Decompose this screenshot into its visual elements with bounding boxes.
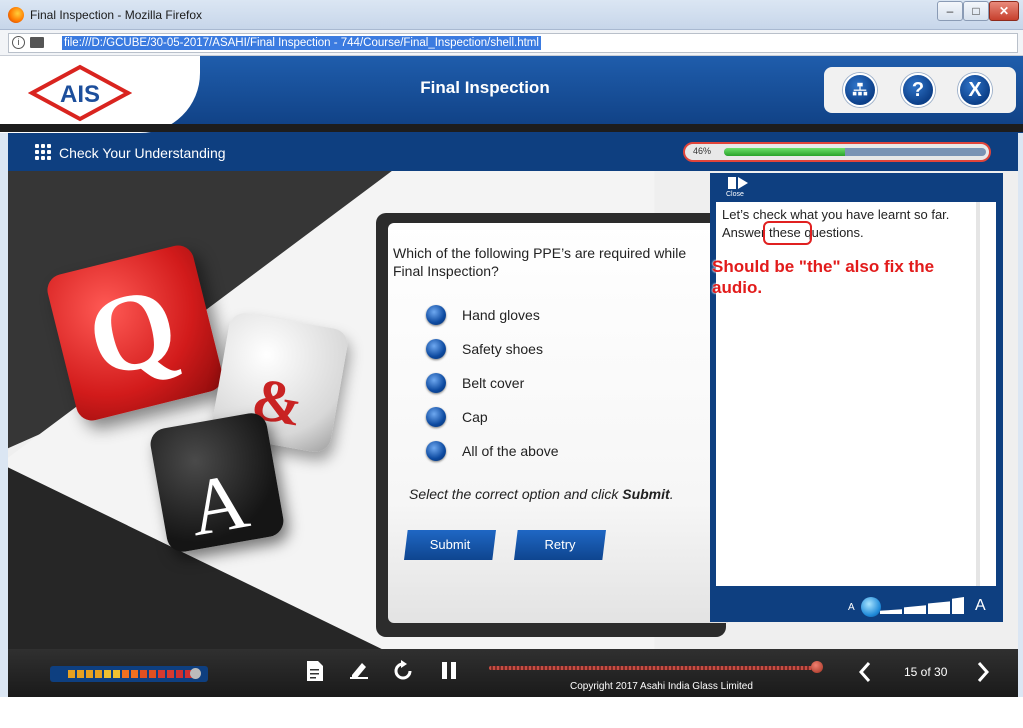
pause-icon [451, 662, 456, 679]
volume-bar[interactable] [68, 670, 75, 678]
dice-letter: A [182, 456, 255, 554]
font-size-large-label: A [975, 597, 986, 614]
header-divider [0, 124, 1023, 132]
submit-button[interactable]: Submit [404, 530, 496, 560]
volume-bar[interactable] [167, 670, 174, 678]
maximize-button[interactable]: □ [963, 1, 989, 21]
radio-button[interactable] [426, 407, 446, 427]
radio-button[interactable] [426, 373, 446, 393]
volume-bar[interactable] [158, 670, 165, 678]
volume-control[interactable] [50, 666, 208, 682]
browser-bottom-area [0, 697, 1023, 728]
notes-icon[interactable] [306, 660, 324, 682]
url-text[interactable]: file:///D:/GCUBE/30-05-2017/ASAHI/Final … [62, 36, 541, 50]
progress-fill [724, 148, 845, 156]
transcript-scrollbar[interactable] [976, 202, 980, 586]
volume-knob[interactable] [190, 668, 201, 679]
copyright-text: Copyright 2017 Asahi India Glass Limited [570, 681, 753, 692]
next-page-button[interactable] [974, 660, 992, 684]
course-title: Final Inspection [420, 78, 550, 97]
window-frame-left [0, 56, 8, 706]
option-label: Cap [462, 409, 488, 425]
black-dice-image: A [148, 410, 286, 555]
question-text: Which of the following PPE’s are require… [393, 245, 687, 279]
font-size-step[interactable] [952, 597, 964, 614]
close-window-button[interactable]: ✕ [989, 1, 1019, 21]
dice-letter: Q [76, 262, 189, 402]
option-label: Hand gloves [462, 307, 540, 323]
font-size-slider-knob[interactable] [861, 597, 881, 617]
instruction-prefix: Select the correct option and click [409, 486, 623, 502]
minimize-button[interactable]: ‒ [937, 1, 963, 21]
previous-page-button[interactable] [856, 660, 874, 684]
volume-bar[interactable] [77, 670, 84, 678]
progress-track [724, 148, 986, 156]
option-label: Belt cover [462, 375, 525, 391]
pencil-icon[interactable] [348, 660, 370, 682]
sitemap-icon [852, 82, 868, 96]
info-icon[interactable]: i [12, 36, 25, 49]
volume-bar[interactable] [113, 670, 120, 678]
volume-bar[interactable] [95, 670, 102, 678]
ais-logo: AIS [28, 64, 132, 122]
review-highlight-box [763, 221, 812, 245]
help-button[interactable]: ? [901, 73, 935, 107]
font-size-small-label: A [848, 602, 855, 613]
instruction-action: Submit [622, 486, 670, 502]
review-annotation: Should be "the" also fix the audio. [712, 257, 935, 297]
radio-button[interactable] [426, 305, 446, 325]
volume-bar[interactable] [86, 670, 93, 678]
volume-bar[interactable] [122, 670, 129, 678]
sitemap-button[interactable] [843, 73, 877, 107]
address-bar: i file:///D:/GCUBE/30-05-2017/ASAHI/Fina… [0, 30, 1023, 56]
volume-bar[interactable] [149, 670, 156, 678]
seek-bar[interactable] [489, 666, 819, 670]
option-label: All of the above [462, 443, 559, 459]
option-label: Safety shoes [462, 341, 543, 357]
section-title: Check Your Understanding [59, 145, 226, 161]
close-panel-label[interactable]: Close [726, 191, 744, 198]
window-title: Final Inspection - Mozilla Firefox [30, 8, 203, 22]
retry-button[interactable]: Retry [514, 530, 606, 560]
volume-bar[interactable] [104, 670, 111, 678]
volume-bar[interactable] [140, 670, 147, 678]
volume-bar[interactable] [176, 670, 183, 678]
instruction-suffix: . [669, 486, 674, 502]
page-icon [30, 37, 44, 48]
volume-bar[interactable] [131, 670, 138, 678]
logo-text: AIS [60, 81, 100, 108]
browser-title-bar: Final Inspection - Mozilla Firefox ‒ □ ✕ [0, 0, 1023, 30]
pause-button[interactable] [440, 662, 458, 680]
menu-grid-icon[interactable] [35, 144, 51, 160]
radio-button[interactable] [426, 441, 446, 461]
transcript-text: Let’s check what you have learnt so far.… [722, 206, 982, 242]
transcript-line: Let’s check what you have learnt so far. [722, 207, 950, 222]
instruction-text: Select the correct option and click Subm… [409, 486, 674, 502]
exit-button[interactable]: X [958, 73, 992, 107]
page-indicator: 15 of 30 [904, 665, 948, 679]
transcript-line: Answer these questions. [722, 225, 864, 240]
progress-percent: 46% [693, 146, 712, 156]
close-panel-icon[interactable] [728, 177, 748, 189]
firefox-icon [8, 7, 24, 23]
pause-icon [442, 662, 447, 679]
seek-knob[interactable] [811, 661, 823, 673]
radio-button[interactable] [426, 339, 446, 359]
replay-icon[interactable] [392, 660, 414, 682]
